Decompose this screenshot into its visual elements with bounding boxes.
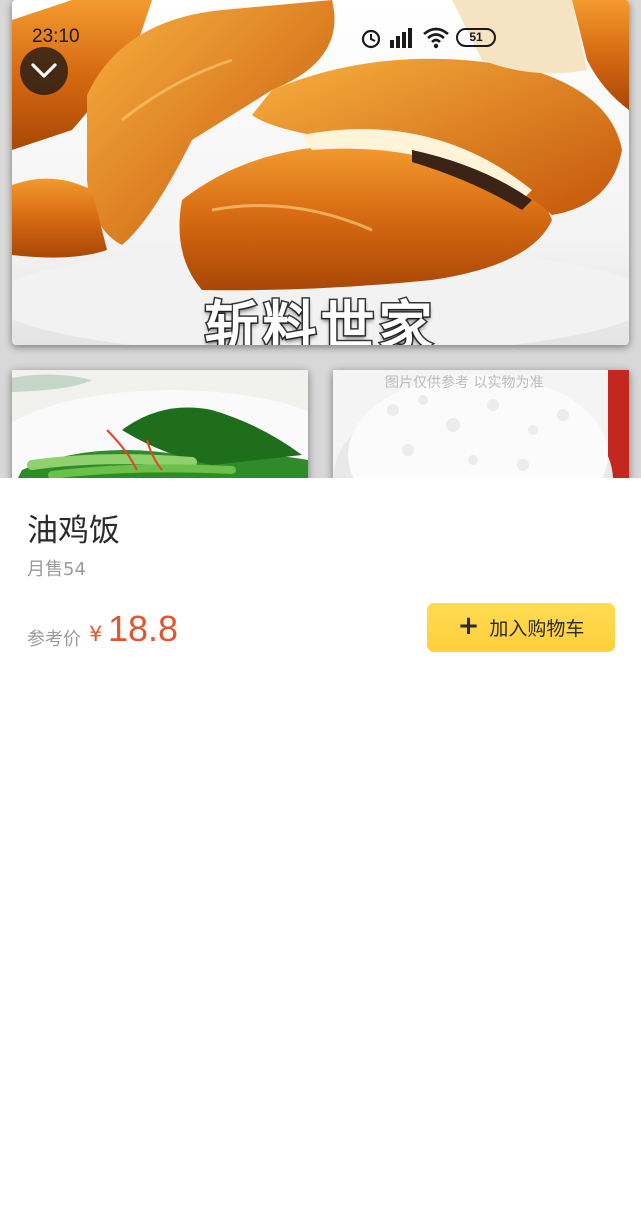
greens-illustration	[12, 374, 308, 478]
add-to-cart-label: 加入购物车	[489, 618, 585, 640]
rice-photo: 图片仅供参考 以实物为准	[333, 370, 629, 478]
status-time: 23:10	[32, 26, 80, 47]
add-to-cart-button[interactable]: + 加入购物车	[427, 603, 615, 652]
photo-caption: 斩料世家	[203, 294, 437, 346]
alarm-icon	[361, 29, 381, 49]
status-bar: 23:10 51	[0, 0, 641, 75]
photo-watermark: 图片仅供参考 以实物为准	[385, 375, 544, 391]
signal-icon	[390, 28, 412, 48]
price-value: 18.8	[108, 608, 179, 649]
chevron-down-icon	[31, 63, 57, 78]
dish-photo-gallery: 斩料世家 图片仅供参考 以实物为准 23:10 51	[0, 0, 641, 478]
vegetable-dish-photo	[12, 370, 308, 478]
plus-icon: +	[457, 611, 480, 641]
battery-icon: 51	[456, 28, 496, 47]
monthly-sales: 月售54	[27, 559, 86, 580]
wifi-icon	[423, 27, 449, 49]
price-currency: ¥	[89, 622, 103, 646]
collapse-button[interactable]	[20, 47, 68, 95]
price-label: 参考价	[27, 629, 81, 650]
item-name: 油鸡饭	[27, 513, 120, 549]
item-detail-panel: 油鸡饭 月售54 参考价 ¥ 18.8 + 加入购物车	[0, 478, 641, 1223]
